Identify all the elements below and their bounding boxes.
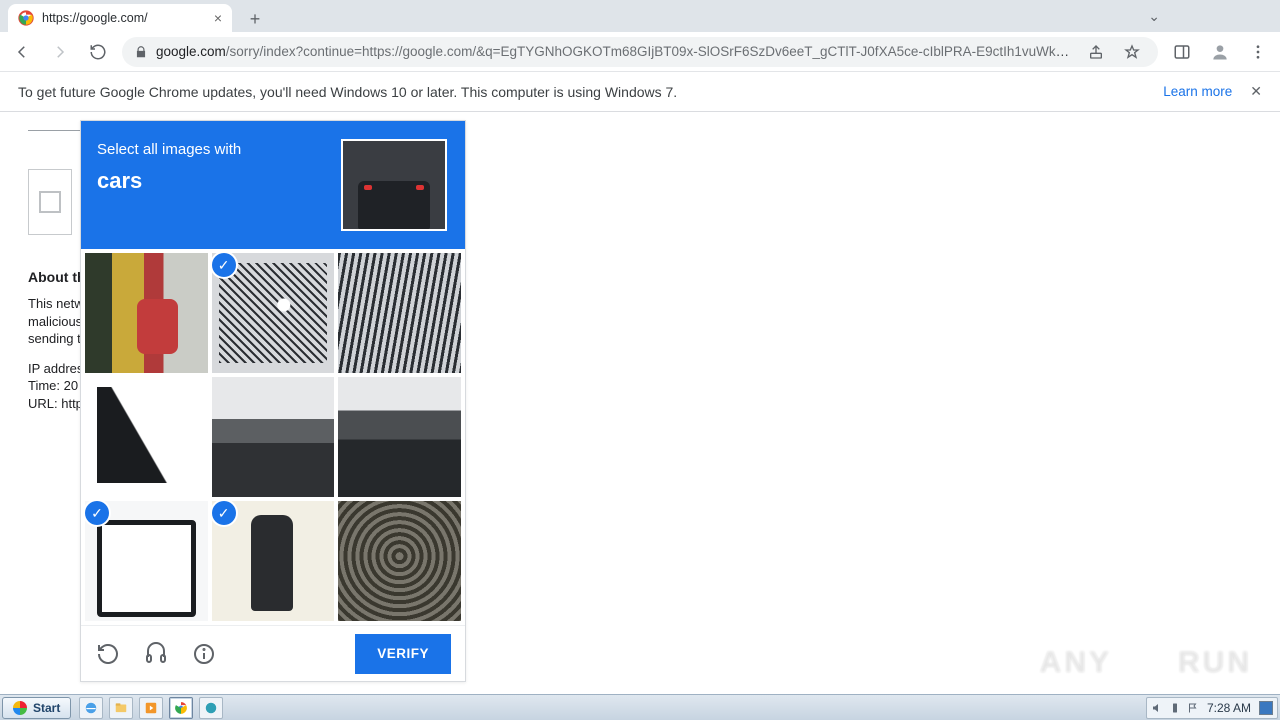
recaptcha-grid: ✓ ✓ ✓ ✓ ✓ ✓ ✓ ✓ ✓ (81, 249, 465, 625)
recaptcha-tile-2[interactable]: ✓ (338, 253, 461, 373)
start-label: Start (33, 701, 60, 715)
check-icon: ✓ (85, 501, 109, 525)
taskbar-pins (79, 697, 223, 719)
start-button[interactable]: Start (2, 697, 71, 719)
recaptcha-challenge: Select all images with cars ✓ ✓ ✓ ✓ ✓ ✓ … (80, 120, 466, 682)
recaptcha-info-icon[interactable] (191, 641, 217, 667)
show-desktop-button[interactable] (1259, 701, 1273, 715)
infobar-message: To get future Google Chrome updates, you… (18, 84, 677, 100)
reload-button[interactable] (84, 38, 112, 66)
windows-orb-icon (13, 701, 27, 715)
taskbar-explorer-icon[interactable] (109, 697, 133, 719)
taskbar-media-icon[interactable] (139, 697, 163, 719)
taskbar-ie-icon[interactable] (79, 697, 103, 719)
recaptcha-reload-icon[interactable] (95, 641, 121, 667)
recaptcha-tile-5[interactable]: ✓ (338, 377, 461, 497)
tray-sound-icon[interactable] (1151, 702, 1163, 714)
play-icon (1124, 642, 1166, 684)
recaptcha-tile-8[interactable]: ✓ (338, 501, 461, 621)
new-tab-button[interactable]: + (242, 6, 268, 32)
update-infobar: To get future Google Chrome updates, you… (0, 72, 1280, 112)
bookmark-icon[interactable] (1118, 38, 1146, 66)
taskbar: Start 7:28 AM (0, 694, 1280, 720)
tab-close-icon[interactable]: × (214, 10, 222, 26)
nav-forward-button[interactable] (46, 38, 74, 66)
tab-active[interactable]: https://google.com/ × (8, 4, 232, 32)
recaptcha-footer: VERIFY (81, 625, 465, 681)
recaptcha-tile-1[interactable]: ✓ (212, 253, 335, 373)
nav-back-button[interactable] (8, 38, 36, 66)
recaptcha-audio-icon[interactable] (143, 641, 169, 667)
recaptcha-sample-image (341, 139, 447, 231)
page-body: About th This netw malicious sending t I… (0, 112, 1280, 694)
recaptcha-tile-3[interactable]: ✓ (85, 377, 208, 497)
toolbar: google.com/sorry/index?continue=https://… (0, 32, 1280, 72)
recaptcha-tile-4[interactable]: ✓ (212, 377, 335, 497)
verify-button[interactable]: VERIFY (355, 634, 451, 674)
share-icon[interactable] (1082, 38, 1110, 66)
recaptcha-tile-6[interactable]: ✓ (85, 501, 208, 621)
taskbar-chrome-icon[interactable] (169, 697, 193, 719)
taskbar-edge-icon[interactable] (199, 697, 223, 719)
infobar-close-icon[interactable]: ✕ (1250, 83, 1262, 100)
recaptcha-header: Select all images with cars (81, 121, 465, 249)
check-icon: ✓ (212, 501, 236, 525)
side-panel-icon[interactable] (1168, 38, 1196, 66)
address-bar[interactable]: google.com/sorry/index?continue=https://… (122, 37, 1158, 67)
tabs-overflow-icon[interactable]: ⌄ (1148, 8, 1160, 25)
check-icon: ✓ (212, 253, 236, 277)
learn-more-link[interactable]: Learn more (1163, 84, 1232, 99)
recaptcha-tile-0[interactable]: ✓ (85, 253, 208, 373)
url-text: google.com/sorry/index?continue=https://… (156, 44, 1074, 59)
recaptcha-checkbox-box[interactable] (28, 169, 72, 235)
tab-strip: https://google.com/ × + ⌄ (0, 0, 1280, 32)
recaptcha-prompt: Select all images with (97, 141, 241, 158)
recaptcha-target: cars (97, 164, 241, 197)
tray-usb-icon[interactable] (1169, 702, 1181, 714)
tray-flag-icon[interactable] (1187, 702, 1199, 714)
system-tray[interactable]: 7:28 AM (1146, 697, 1278, 719)
lock-icon (134, 45, 148, 59)
tray-clock[interactable]: 7:28 AM (1205, 701, 1253, 715)
watermark: ANY RUN (1040, 642, 1252, 684)
tab-title: https://google.com/ (42, 11, 148, 25)
kebab-menu-icon[interactable] (1244, 38, 1272, 66)
google-favicon (18, 10, 34, 26)
profile-icon[interactable] (1206, 38, 1234, 66)
recaptcha-tile-7[interactable]: ✓ (212, 501, 335, 621)
